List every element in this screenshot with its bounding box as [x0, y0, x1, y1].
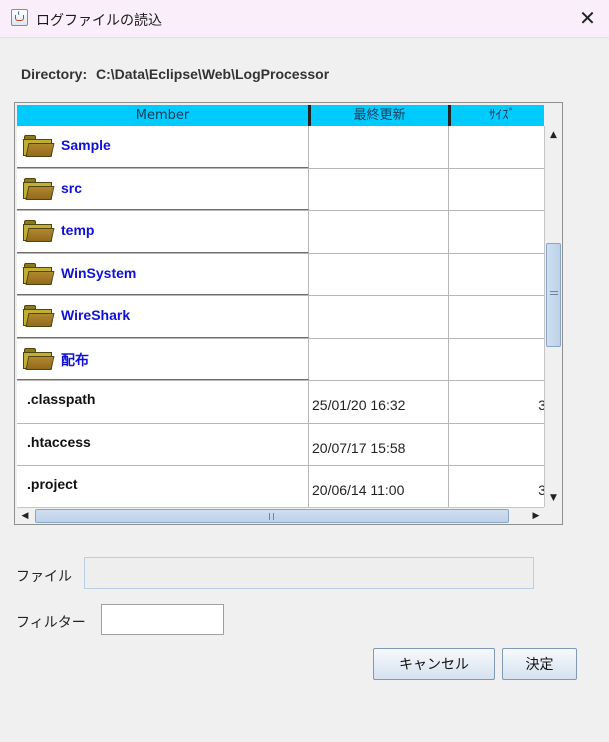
size-cell: [449, 253, 544, 295]
column-header-modified[interactable]: 最終更新: [311, 105, 451, 126]
file-name: .classpath: [27, 391, 96, 407]
modified-date: 20/06/14 11:00: [312, 482, 405, 498]
modified-cell: [309, 296, 449, 338]
window-title: ログファイルの読込: [36, 13, 162, 29]
folder-icon: [23, 262, 55, 285]
member-cell: .htaccess: [17, 423, 309, 465]
table-row[interactable]: .htaccess 20/07/17 15:58: [17, 423, 544, 466]
file-table: Member 最終更新 ｻｲｽﾞ Sample src temp WinSystem W…: [14, 102, 563, 525]
table-row[interactable]: Sample: [17, 126, 544, 169]
table-row[interactable]: temp: [17, 211, 544, 254]
scroll-up-arrow-icon[interactable]: ▲: [545, 126, 562, 144]
modified-cell: [309, 168, 449, 210]
file-name: .htaccess: [27, 433, 91, 450]
member-cell: Sample: [17, 126, 309, 168]
horizontal-scroll-thumb[interactable]: [35, 509, 509, 523]
file-name: .project: [27, 476, 78, 492]
modified-cell: [309, 126, 449, 168]
modified-cell: [309, 253, 449, 295]
size-cell: [449, 168, 544, 210]
size-cell: [449, 126, 544, 168]
folder-name: WireShark: [61, 307, 131, 323]
size-cell: [449, 338, 544, 380]
folder-icon: [23, 305, 55, 327]
table-row[interactable]: 配布: [17, 338, 544, 381]
member-cell: src: [17, 168, 309, 210]
folder-name: temp: [61, 222, 95, 238]
member-cell: .project: [17, 466, 309, 507]
filter-input[interactable]: [101, 604, 224, 635]
folder-name: src: [61, 179, 83, 196]
horizontal-scrollbar[interactable]: ◀ ▶: [17, 507, 544, 524]
file-input[interactable]: [84, 557, 534, 589]
scroll-down-arrow-icon[interactable]: ▼: [545, 489, 562, 507]
folder-name: 配布: [61, 351, 89, 368]
table-row[interactable]: WireShark: [17, 296, 544, 339]
ok-button[interactable]: 決定: [502, 648, 577, 680]
size-cell: [449, 423, 544, 465]
close-button[interactable]: ✕: [566, 0, 609, 38]
modified-cell: [309, 211, 449, 253]
modified-cell: 20/07/17 15:58: [309, 423, 449, 465]
table-header: Member 最終更新 ｻｲｽﾞ: [17, 105, 544, 126]
scroll-corner: [544, 507, 562, 524]
modified-cell: 20/06/14 11:00: [309, 466, 449, 507]
cancel-button[interactable]: キャンセル: [373, 648, 495, 680]
size-cell: 3: [449, 466, 544, 507]
table-row[interactable]: .project 20/06/14 11:00 3: [17, 466, 544, 507]
modified-date: 20/07/17 15:58: [312, 439, 406, 456]
file-label: ファイル: [16, 569, 72, 585]
folder-icon: [23, 177, 55, 200]
modified-date: 25/01/20 16:32: [312, 397, 406, 413]
folder-icon: [23, 135, 55, 157]
member-cell: temp: [17, 211, 309, 253]
directory-label: Directory:: [21, 66, 88, 82]
folder-icon: [23, 220, 55, 242]
directory-path: C:\Data\Eclipse\Web\LogProcessor: [96, 66, 330, 82]
filter-label: フィルター: [16, 615, 86, 631]
folder-icon: [23, 347, 55, 370]
modified-cell: [309, 338, 449, 380]
vertical-scroll-thumb[interactable]: [546, 243, 561, 347]
member-cell: 配布: [17, 338, 309, 380]
column-header-size[interactable]: ｻｲｽﾞ: [451, 105, 544, 126]
table-row[interactable]: .classpath 25/01/20 16:32 3: [17, 381, 544, 424]
table-row[interactable]: src: [17, 168, 544, 211]
member-cell: WireShark: [17, 296, 309, 338]
size-cell: [449, 211, 544, 253]
scroll-right-arrow-icon[interactable]: ▶: [528, 508, 544, 524]
java-cup-icon: [11, 9, 28, 26]
vertical-scrollbar[interactable]: ▲ ▼: [544, 126, 562, 507]
modified-cell: 25/01/20 16:32: [309, 381, 449, 423]
member-cell: WinSystem: [17, 253, 309, 295]
scroll-left-arrow-icon[interactable]: ◀: [17, 508, 33, 524]
folder-name: Sample: [61, 137, 111, 153]
table-body: Sample src temp WinSystem WireShark 配布 .classp…: [17, 126, 544, 507]
folder-name: WinSystem: [61, 264, 137, 281]
table-row[interactable]: WinSystem: [17, 253, 544, 296]
size-cell: 3: [449, 381, 544, 423]
column-header-member[interactable]: Member: [17, 105, 311, 126]
size-cell: [449, 296, 544, 338]
title-bar: ログファイルの読込 ✕: [0, 0, 609, 38]
member-cell: .classpath: [17, 381, 309, 423]
